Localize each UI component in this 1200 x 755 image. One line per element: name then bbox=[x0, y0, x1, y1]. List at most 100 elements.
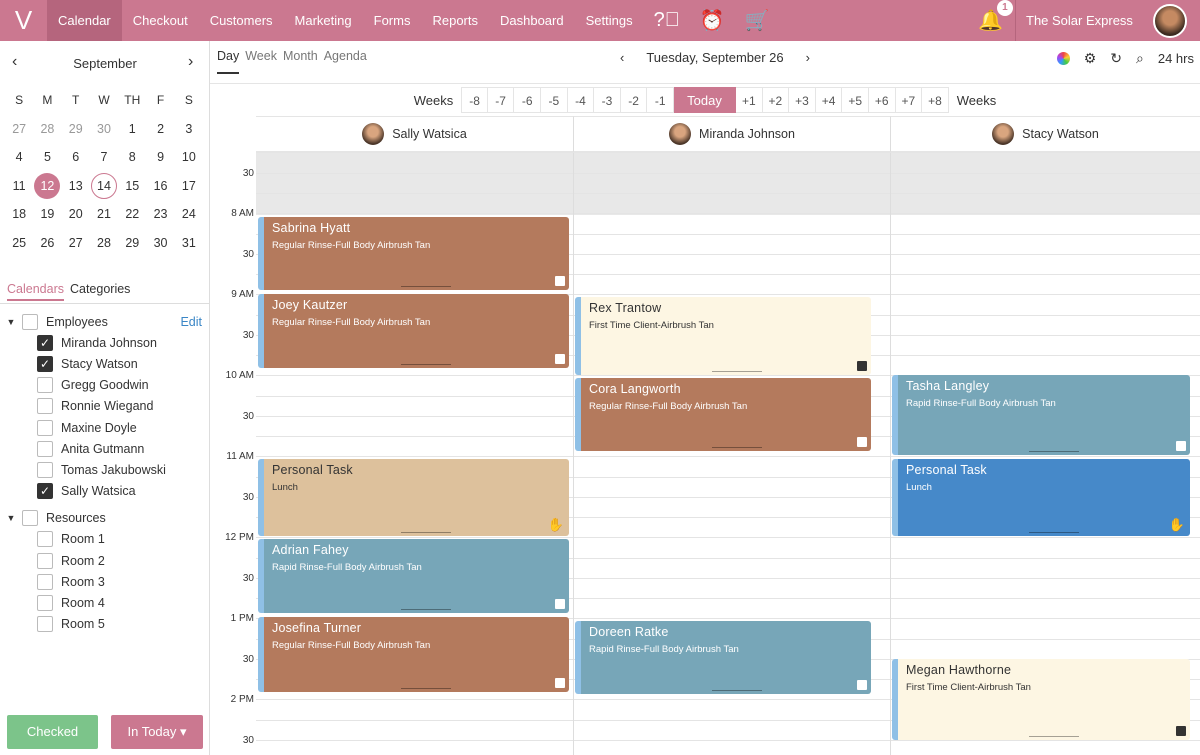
resize-handle[interactable] bbox=[711, 447, 762, 448]
calendar-day[interactable]: 27 bbox=[62, 236, 90, 250]
appointment-card[interactable]: Joey Kautzer Regular Rinse-Full Body Air… bbox=[258, 294, 569, 368]
week-jump-button[interactable]: +1 bbox=[736, 87, 763, 113]
week-jump-button[interactable]: +5 bbox=[842, 87, 869, 113]
collapse-icon[interactable]: ▼ bbox=[0, 513, 22, 523]
cart-icon[interactable]: 🛒 bbox=[745, 8, 770, 33]
nav-reports[interactable]: Reports bbox=[421, 0, 489, 41]
nav-checkout[interactable]: Checkout bbox=[122, 0, 199, 41]
business-name[interactable]: The Solar Express bbox=[1015, 0, 1145, 41]
week-jump-button[interactable]: -2 bbox=[620, 87, 648, 113]
calendar-day[interactable]: 20 bbox=[62, 207, 90, 221]
calendar-day[interactable]: 16 bbox=[146, 179, 174, 193]
next-month-icon[interactable]: › bbox=[188, 53, 193, 71]
week-jump-button[interactable]: +8 bbox=[922, 87, 949, 113]
calendar-day[interactable]: 28 bbox=[33, 122, 61, 136]
nav-customers[interactable]: Customers bbox=[199, 0, 284, 41]
resource-checkbox[interactable] bbox=[37, 531, 53, 548]
help-icon[interactable]: ?⃝ bbox=[654, 9, 680, 32]
note-icon[interactable] bbox=[555, 678, 565, 688]
calendar-day[interactable]: 17 bbox=[175, 179, 203, 193]
week-jump-button[interactable]: -6 bbox=[514, 87, 542, 113]
bell-icon[interactable]: 🔔 1 bbox=[978, 0, 1013, 33]
resource-checkbox[interactable] bbox=[37, 573, 53, 590]
appointment-card[interactable]: Doreen Ratke Rapid Rinse-Full Body Airbr… bbox=[575, 621, 871, 694]
calendar-day[interactable]: 8 bbox=[118, 150, 146, 164]
calendar-day[interactable]: 15 bbox=[118, 179, 146, 193]
note-icon[interactable] bbox=[857, 437, 867, 447]
calendar-day[interactable]: 28 bbox=[90, 236, 118, 250]
nav-forms[interactable]: Forms bbox=[363, 0, 422, 41]
appointment-card[interactable]: Josefina Turner Regular Rinse-Full Body … bbox=[258, 617, 569, 692]
calendar-day[interactable]: 21 bbox=[90, 207, 118, 221]
note-icon[interactable] bbox=[857, 680, 867, 690]
calendar-day[interactable]: 3 bbox=[175, 122, 203, 136]
resize-handle[interactable] bbox=[711, 690, 762, 691]
appointment-card[interactable]: Megan Hawthorne First Time Client-Airbru… bbox=[892, 659, 1190, 740]
employee-checkbox[interactable] bbox=[37, 440, 53, 457]
note-icon[interactable] bbox=[555, 276, 565, 286]
week-jump-button[interactable]: +4 bbox=[815, 87, 843, 113]
nav-settings[interactable]: Settings bbox=[575, 0, 644, 41]
week-jump-button[interactable]: -7 bbox=[487, 87, 515, 113]
appointment-card[interactable]: Sabrina Hyatt Regular Rinse-Full Body Ai… bbox=[258, 217, 569, 290]
color-wheel-icon[interactable] bbox=[1056, 52, 1070, 65]
week-jump-button[interactable]: +7 bbox=[895, 87, 923, 113]
tab-categories[interactable]: Categories bbox=[70, 282, 130, 301]
appointment-card[interactable]: Tasha Langley Rapid Rinse-Full Body Airb… bbox=[892, 375, 1190, 455]
calendar-day[interactable]: 6 bbox=[62, 150, 90, 164]
employee-checkbox[interactable]: ✓ bbox=[37, 355, 53, 372]
employee-checkbox[interactable] bbox=[37, 419, 53, 436]
calendar-day-selected[interactable]: 12 bbox=[33, 172, 61, 199]
calendar-day[interactable]: 27 bbox=[5, 122, 33, 136]
resize-handle[interactable] bbox=[401, 364, 452, 365]
prev-day-icon[interactable]: ‹ bbox=[620, 50, 624, 65]
week-jump-button[interactable]: +6 bbox=[868, 87, 896, 113]
alarm-clock-icon[interactable]: ⏰ bbox=[700, 8, 725, 33]
calendar-day[interactable]: 23 bbox=[146, 207, 174, 221]
resize-handle[interactable] bbox=[1029, 451, 1080, 452]
employee-checkbox[interactable]: ✓ bbox=[37, 483, 53, 500]
appointment-card[interactable]: Rex Trantow First Time Client-Airbrush T… bbox=[575, 297, 871, 375]
hours-toggle[interactable]: 24 hrs bbox=[1158, 51, 1194, 66]
calendar-day[interactable]: 11 bbox=[5, 179, 33, 193]
view-day[interactable]: Day bbox=[217, 49, 240, 74]
appointment-card[interactable]: Personal Task Lunch ✋ bbox=[892, 459, 1190, 536]
resize-handle[interactable] bbox=[401, 286, 452, 287]
appointment-card[interactable]: Personal Task Lunch ✋ bbox=[258, 459, 569, 536]
user-avatar[interactable] bbox=[1153, 4, 1187, 38]
calendar-day[interactable]: 26 bbox=[33, 236, 61, 250]
note-icon[interactable] bbox=[1176, 726, 1186, 736]
today-button[interactable]: Today bbox=[674, 87, 736, 113]
calendar-day[interactable]: 2 bbox=[146, 122, 174, 136]
calendar-day[interactable]: 30 bbox=[146, 236, 174, 250]
employee-checkbox[interactable] bbox=[37, 398, 53, 415]
note-icon[interactable] bbox=[555, 599, 565, 609]
nav-calendar[interactable]: Calendar bbox=[47, 0, 122, 41]
calendar-day[interactable]: 5 bbox=[33, 150, 61, 164]
calendar-day[interactable]: 7 bbox=[90, 150, 118, 164]
week-jump-button[interactable]: -4 bbox=[567, 87, 595, 113]
view-week[interactable]: Week bbox=[245, 49, 277, 74]
view-agenda[interactable]: Agenda bbox=[324, 49, 367, 74]
calendar-day[interactable]: 29 bbox=[118, 236, 146, 250]
calendar-day[interactable]: 31 bbox=[175, 236, 203, 250]
logo-icon[interactable]: V bbox=[0, 0, 47, 41]
calendar-day[interactable]: 9 bbox=[146, 150, 174, 164]
resources-checkbox[interactable] bbox=[22, 510, 38, 527]
calendar-day[interactable]: 24 bbox=[175, 207, 203, 221]
note-icon[interactable] bbox=[857, 361, 867, 371]
note-icon[interactable] bbox=[1176, 441, 1186, 451]
gear-icon[interactable]: ⚙ bbox=[1084, 50, 1097, 67]
resource-checkbox[interactable] bbox=[37, 616, 53, 633]
week-jump-button[interactable]: -3 bbox=[594, 87, 621, 113]
nav-marketing[interactable]: Marketing bbox=[284, 0, 363, 41]
calendar-day[interactable]: 29 bbox=[62, 122, 90, 136]
appointment-card[interactable]: Adrian Fahey Rapid Rinse-Full Body Airbr… bbox=[258, 539, 569, 613]
calendar-day[interactable]: 10 bbox=[175, 150, 203, 164]
note-icon[interactable] bbox=[555, 354, 565, 364]
week-jump-button[interactable]: -8 bbox=[461, 87, 488, 113]
week-jump-button[interactable]: +2 bbox=[762, 87, 790, 113]
employee-checkbox[interactable] bbox=[37, 377, 53, 394]
employee-checkbox[interactable]: ✓ bbox=[37, 334, 53, 351]
checked-button[interactable]: Checked bbox=[7, 715, 98, 749]
